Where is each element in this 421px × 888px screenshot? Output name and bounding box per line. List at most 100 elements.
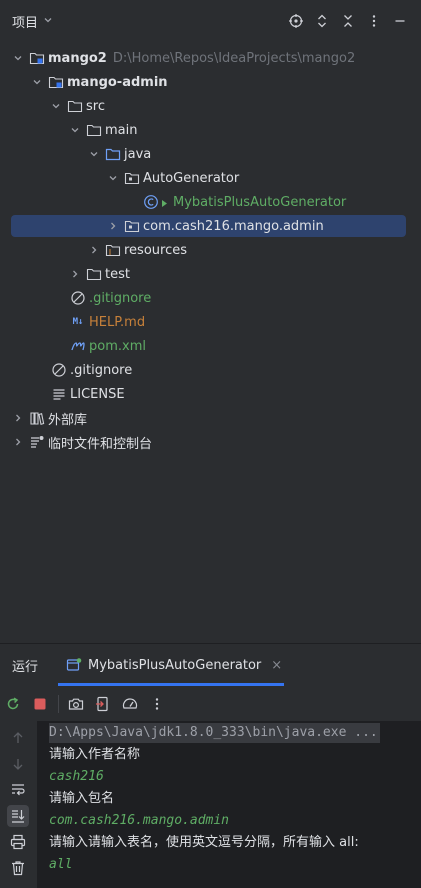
print-icon[interactable] [7,831,29,853]
tree-item-label: .gitignore [70,362,133,378]
console-line: D:\Apps\Java\jdk1.8.0_333\bin\java.exe .… [49,723,380,743]
scroll-to-end-icon[interactable] [7,805,29,827]
gauge-icon[interactable] [119,693,141,715]
chevron-right-icon[interactable] [86,242,102,258]
chevron-down-icon[interactable] [67,122,83,138]
chevron-down-icon[interactable] [43,15,53,28]
tree-item-gitignore[interactable]: .gitignore [0,286,421,310]
text-file-icon [51,386,67,402]
tree-item-label: LICENSE [70,386,125,402]
run-gutter-icon [160,194,170,210]
chevron-right-icon[interactable] [10,410,26,426]
trash-icon[interactable] [7,857,29,879]
chevron-down-icon[interactable] [105,170,121,186]
tree-item-label: src [86,98,105,114]
tree-item-test[interactable]: test [0,262,421,286]
resources-folder-icon [105,242,121,258]
tree-item-mango2[interactable]: mango2 D:\Home\Repos\IdeaProjects\mango2 [0,46,421,70]
minimize-icon[interactable] [387,8,413,34]
run-tab-bar: 运行 MybatisPlusAutoGenerator × [0,644,421,686]
java-class-icon [143,194,159,210]
soft-wrap-icon[interactable] [7,779,29,801]
tree-item-label: mango-admin [67,74,168,90]
tree-item-label: main [105,122,138,138]
tree-item-java[interactable]: java [0,142,421,166]
console-line: 请输入包名 [49,791,115,806]
tree-item-pom-xml[interactable]: pom.xml [0,334,421,358]
arrow-down-icon[interactable] [7,753,29,775]
chevron-right-icon[interactable] [105,218,121,234]
project-panel: 项目 mango2 D:\Home\Repos\IdeaProjects\man… [0,0,421,643]
close-icon[interactable]: × [271,658,282,673]
ignore-file-icon [51,362,67,378]
chevron-down-icon[interactable] [48,98,64,114]
tree-item-mango-admin[interactable]: mango-admin [0,70,421,94]
rerun-icon[interactable] [2,693,24,715]
tree-item-autogenerator[interactable]: AutoGenerator [0,166,421,190]
chevron-right-icon[interactable] [67,266,83,282]
console-line: 请输入请输入表名，使用英文逗号分隔，所有输入 all: [49,835,359,850]
tree-item-mybatisplusautogenerator[interactable]: MybatisPlusAutoGenerator [0,190,421,214]
locate-icon[interactable] [283,8,309,34]
maven-icon [70,338,86,354]
expand-all-icon[interactable] [309,8,335,34]
tree-item-main[interactable]: main [0,118,421,142]
folder-icon [86,122,102,138]
exit-icon[interactable] [92,693,114,715]
active-tab-indicator [58,683,284,686]
chevron-right-icon[interactable] [10,434,26,450]
run-panel: 运行 MybatisPlusAutoGenerator × D:\Apps\Ja… [0,643,421,888]
tree-item-com-cash216-mango-admin[interactable]: com.cash216.mango.admin [0,214,421,238]
tree-item-src[interactable]: src [0,94,421,118]
tree-item-label: pom.xml [89,338,146,354]
tree-item-label: 外部库 [48,412,88,428]
console-output[interactable]: D:\Apps\Java\jdk1.8.0_333\bin\java.exe .… [37,721,421,888]
run-tab-mybatisplusautogenerator[interactable]: MybatisPlusAutoGenerator × [58,644,284,686]
camera-icon[interactable] [65,693,87,715]
package-icon [124,170,140,186]
tree-item-label: test [105,266,130,282]
tree-item-external-libraries[interactable]: 外部库 [0,406,421,430]
tree-item-label: MybatisPlusAutoGenerator [173,194,347,210]
more-options-icon[interactable] [361,8,387,34]
chevron-down-icon[interactable] [86,146,102,162]
run-config-icon [66,657,82,673]
project-path: D:\Home\Repos\IdeaProjects\mango2 [112,50,356,66]
tree-item-label: com.cash216.mango.admin [143,218,324,234]
folder-icon [86,266,102,282]
tree-item-scratches-and-consoles[interactable]: 临时文件和控制台 [0,430,421,454]
source-folder-icon [105,146,121,162]
package-icon [124,218,140,234]
tree-item-label: 临时文件和控制台 [48,436,153,452]
tree-item-label: AutoGenerator [143,170,240,186]
scratches-icon [29,434,45,450]
stop-icon[interactable] [29,693,51,715]
folder-icon [67,98,83,114]
tree-item-license[interactable]: LICENSE [0,382,421,406]
tree-item-label: java [124,146,152,162]
project-header-toolbar [283,0,421,42]
run-panel-title: 运行 [12,660,39,675]
console-line: all [49,857,73,872]
markdown-icon: M↓ [72,317,84,327]
tree-item-gitignore-root[interactable]: .gitignore [0,358,421,382]
tree-item-label: mango2 [48,50,107,66]
tree-item-label: resources [124,242,188,258]
collapse-all-icon[interactable] [335,8,361,34]
library-icon [29,410,45,426]
chevron-down-icon[interactable] [10,50,26,66]
project-panel-title[interactable]: 项目 [12,12,38,31]
arrow-up-icon[interactable] [7,727,29,749]
run-tab-label: MybatisPlusAutoGenerator [88,657,262,673]
tree-item-help-md[interactable]: M↓ HELP.md [0,310,421,334]
ignore-file-icon [70,290,86,306]
tree-item-resources[interactable]: resources [0,238,421,262]
chevron-down-icon[interactable] [29,74,45,90]
console-line: com.cash216.mango.admin [49,813,230,828]
console-line: cash216 [49,769,104,784]
console-side-toolbar [0,721,37,888]
project-panel-header: 项目 [0,0,421,42]
more-options-icon[interactable] [146,693,168,715]
console-line: 请输入作者名称 [49,747,141,762]
module-folder-icon [29,50,45,66]
